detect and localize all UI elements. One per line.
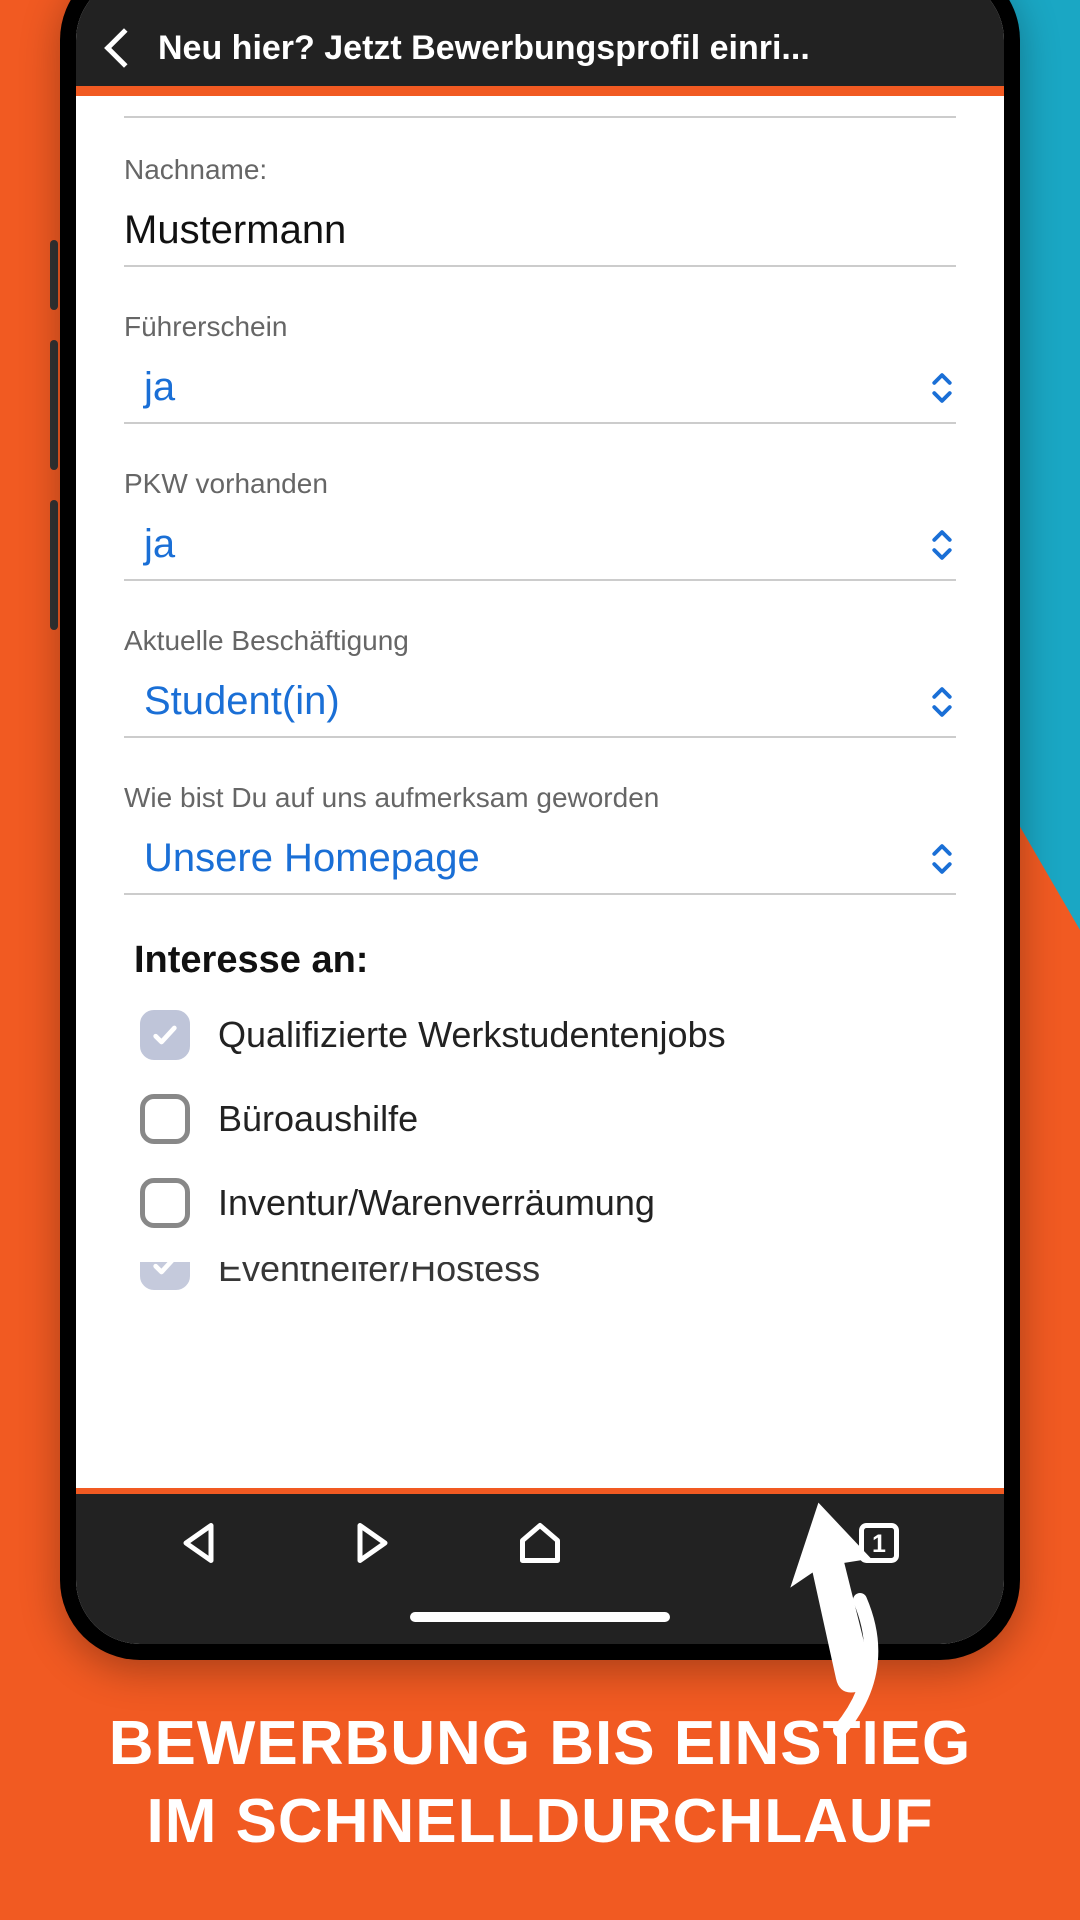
checkbox-unchecked-icon[interactable]	[140, 1178, 190, 1228]
checkbox-checked-icon[interactable]	[140, 1010, 190, 1060]
car-value: ja	[124, 522, 175, 567]
employment-label: Aktuelle Beschäftigung	[124, 625, 956, 657]
chevron-updown-icon	[928, 684, 956, 720]
tabs-icon[interactable]: 1	[854, 1518, 904, 1568]
browser-bottom-nav: 1	[76, 1494, 1004, 1644]
lastname-label: Nachname:	[124, 154, 956, 186]
employment-value: Student(in)	[124, 679, 340, 724]
car-select[interactable]: ja	[124, 518, 956, 581]
svg-text:1: 1	[872, 1530, 886, 1558]
interest-option[interactable]: Eventhelfer/Hostess	[124, 1262, 956, 1292]
chevron-updown-icon	[928, 841, 956, 877]
interest-option[interactable]: Büroaushilfe	[124, 1094, 956, 1144]
app-header: Neu hier? Jetzt Bewerbungsprofil einri..…	[76, 0, 1004, 86]
chevron-updown-icon	[928, 370, 956, 406]
employment-select[interactable]: Student(in)	[124, 675, 956, 738]
nav-forward-icon[interactable]	[345, 1518, 395, 1568]
phone-side-button	[50, 500, 58, 630]
license-value: ja	[124, 365, 175, 410]
phone-side-button	[50, 240, 58, 310]
phone-side-button	[50, 340, 58, 470]
checkbox-checked-icon[interactable]	[140, 1262, 190, 1290]
interest-title: Interesse an:	[134, 939, 956, 982]
caption-line-1: BEWERBUNG BIS EINSTIEG	[0, 1705, 1080, 1783]
car-label: PKW vorhanden	[124, 468, 956, 500]
prev-field-divider	[124, 116, 956, 118]
form-content: Nachname: Mustermann Führerschein ja PKW…	[76, 96, 1004, 1494]
promo-caption: BEWERBUNG BIS EINSTIEG IM SCHNELLDURCHLA…	[0, 1705, 1080, 1860]
interest-option-label: Eventhelfer/Hostess	[218, 1262, 540, 1290]
referral-label: Wie bist Du auf uns aufmerksam geworden	[124, 782, 956, 814]
back-icon[interactable]	[104, 28, 144, 68]
license-label: Führerschein	[124, 311, 956, 343]
home-icon[interactable]	[515, 1518, 565, 1568]
interest-option-label: Qualifizierte Werkstudentenjobs	[218, 1014, 726, 1056]
chevron-updown-icon	[928, 527, 956, 563]
license-select[interactable]: ja	[124, 361, 956, 424]
accent-strip	[76, 86, 1004, 96]
lastname-input[interactable]: Mustermann	[124, 204, 956, 267]
interest-option[interactable]: Qualifizierte Werkstudentenjobs	[124, 1010, 956, 1060]
promo-background: Neu hier? Jetzt Bewerbungsprofil einri..…	[0, 0, 1080, 1920]
checkbox-unchecked-icon[interactable]	[140, 1094, 190, 1144]
caption-line-2: IM SCHNELLDURCHLAUF	[0, 1783, 1080, 1861]
interest-option[interactable]: Inventur/Warenverräumung	[124, 1178, 956, 1228]
referral-value: Unsere Homepage	[124, 836, 480, 881]
page-title: Neu hier? Jetzt Bewerbungsprofil einri..…	[158, 29, 980, 68]
phone-frame: Neu hier? Jetzt Bewerbungsprofil einri..…	[60, 0, 1020, 1660]
home-indicator	[410, 1612, 670, 1622]
phone-screen: Neu hier? Jetzt Bewerbungsprofil einri..…	[76, 0, 1004, 1644]
nav-spacer	[685, 1518, 735, 1568]
referral-select[interactable]: Unsere Homepage	[124, 832, 956, 895]
interest-option-label: Büroaushilfe	[218, 1098, 418, 1140]
nav-back-icon[interactable]	[176, 1518, 226, 1568]
interest-option-label: Inventur/Warenverräumung	[218, 1182, 655, 1224]
